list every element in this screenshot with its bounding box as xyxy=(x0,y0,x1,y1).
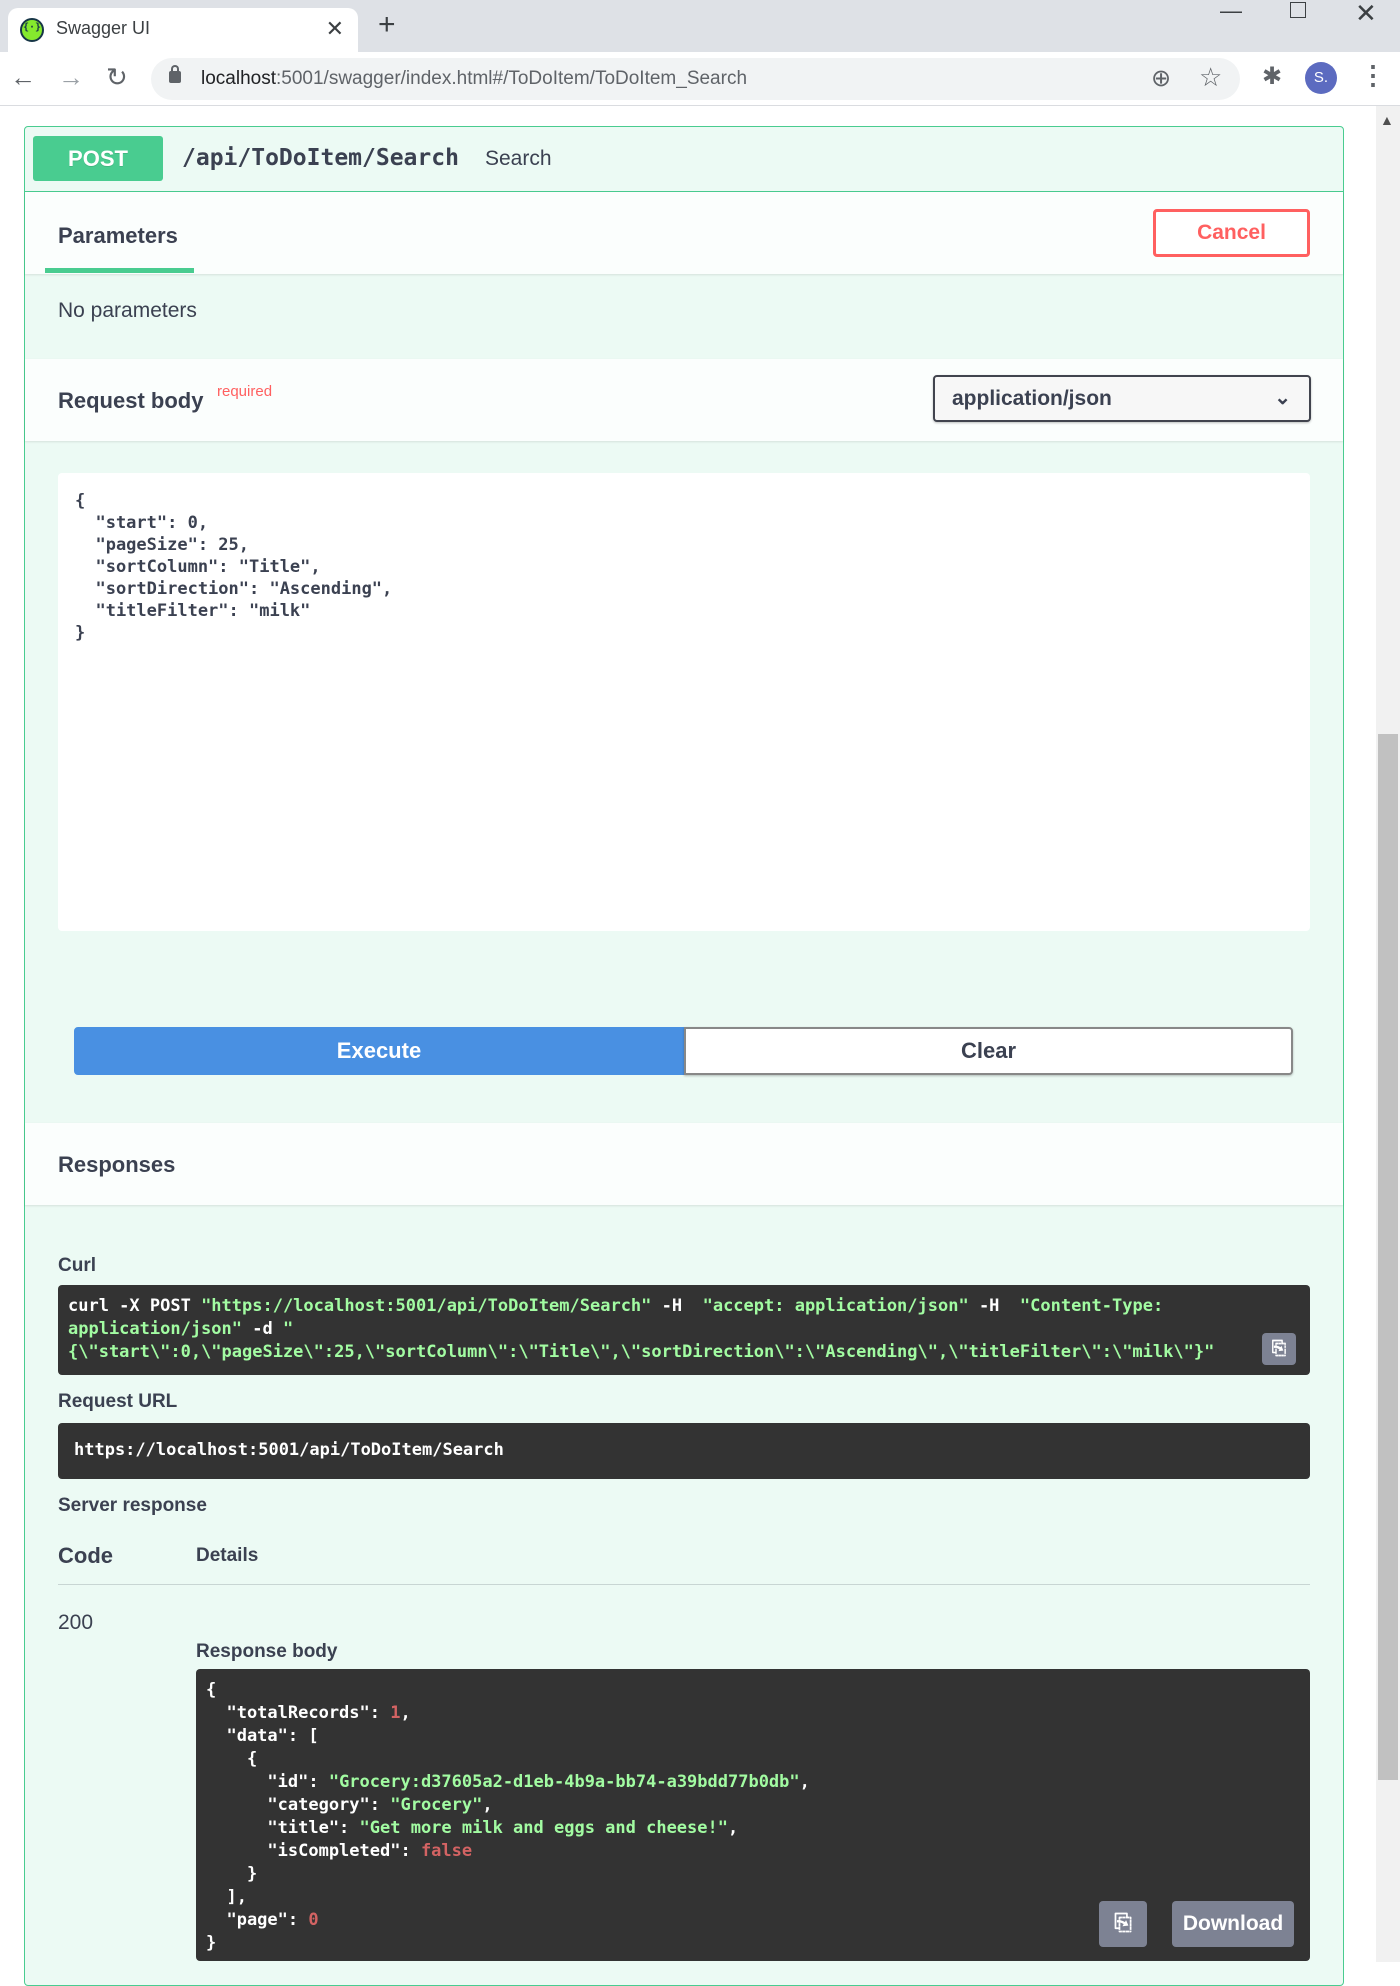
browser-menu-icon[interactable]: ⋮ xyxy=(1360,60,1386,91)
operation-block: POST /api/ToDoItem/Search Search Paramet… xyxy=(24,126,1344,1986)
responses-header: Responses xyxy=(25,1123,1343,1205)
status-code: 200 xyxy=(58,1611,94,1634)
operation-summary[interactable]: POST /api/ToDoItem/Search Search xyxy=(25,127,1343,192)
response-body-label: Response body xyxy=(196,1641,338,1662)
browser-toolbar: ← → ↻ localhost:5001/swagger/index.html#… xyxy=(0,52,1400,106)
request-url-label: Request URL xyxy=(58,1391,178,1412)
address-bar[interactable]: localhost:5001/swagger/index.html#/ToDoI… xyxy=(151,58,1240,100)
url-path: :5001/swagger/index.html#/ToDoItem/ToDoI… xyxy=(276,68,748,89)
request-url-box: https://localhost:5001/api/ToDoItem/Sear… xyxy=(58,1423,1310,1479)
copy-clipboard-icon[interactable]: ⎘ xyxy=(1262,1333,1296,1365)
curl-label: Curl xyxy=(58,1255,96,1276)
operation-description: Search xyxy=(485,147,552,170)
content-type-value: application/json xyxy=(952,387,1112,410)
browser-tab-strip: Swagger UI ✕ + — ✕ xyxy=(0,0,1400,52)
reload-icon[interactable]: ↻ xyxy=(106,62,128,93)
response-body-json: { "totalRecords": 1, "data": [ { "id": "… xyxy=(206,1680,810,1953)
url-host: localhost xyxy=(201,68,276,89)
curl-line-3: {\"start\":0,\"pageSize\":25,\"sortColum… xyxy=(68,1342,1215,1362)
request-body-editor[interactable]: { "start": 0, "pageSize": 25, "sortColum… xyxy=(58,473,1310,931)
request-body-title: Request body xyxy=(58,388,204,413)
scrollbar-thumb[interactable] xyxy=(1378,734,1398,1780)
response-table-header: Code Details xyxy=(58,1539,1310,1585)
browser-tab[interactable]: Swagger UI ✕ xyxy=(8,8,358,52)
curl-line-2: application/json" xyxy=(68,1319,242,1339)
execute-button[interactable]: Execute xyxy=(74,1027,684,1075)
lock-icon[interactable] xyxy=(169,65,181,83)
curl-command-box[interactable]: curl -X POST "https://localhost:5001/api… xyxy=(58,1285,1310,1375)
operation-path: /api/ToDoItem/Search xyxy=(182,145,459,171)
back-icon[interactable]: ← xyxy=(10,62,36,93)
profile-avatar[interactable]: S. xyxy=(1305,62,1337,94)
clear-button[interactable]: Clear xyxy=(684,1027,1293,1075)
tab-close-icon[interactable]: ✕ xyxy=(326,16,344,42)
url-text[interactable]: localhost:5001/swagger/index.html#/ToDoI… xyxy=(201,68,747,90)
zoom-icon[interactable]: ⊕ xyxy=(1151,64,1171,93)
required-label: required xyxy=(217,383,273,400)
minimize-icon[interactable]: — xyxy=(1220,0,1242,24)
download-button[interactable]: Download xyxy=(1172,1901,1294,1947)
swagger-favicon-icon xyxy=(20,18,44,42)
new-tab-icon[interactable]: + xyxy=(378,8,396,42)
forward-icon[interactable]: → xyxy=(58,62,84,93)
curl-line-1: curl -X POST "https://localhost:5001/api… xyxy=(68,1296,1164,1316)
responses-title: Responses xyxy=(58,1152,176,1177)
tab-title: Swagger UI xyxy=(56,18,151,38)
parameters-tab-indicator xyxy=(45,268,194,273)
server-response-label: Server response xyxy=(58,1495,207,1516)
no-parameters-text: No parameters xyxy=(58,299,197,322)
copy-clipboard-icon[interactable]: ⎘ xyxy=(1099,1901,1147,1947)
extensions-puzzle-icon[interactable]: ✱ xyxy=(1262,62,1282,91)
bookmark-star-icon[interactable]: ☆ xyxy=(1199,62,1222,93)
scroll-up-arrow-icon[interactable]: ▲ xyxy=(1380,112,1394,128)
details-column-header: Details xyxy=(196,1545,259,1566)
window-close-icon[interactable]: ✕ xyxy=(1355,0,1377,29)
parameters-header: Parameters Cancel xyxy=(25,192,1343,274)
parameters-tab[interactable]: Parameters xyxy=(58,223,178,249)
chevron-down-icon: ⌄ xyxy=(1274,387,1291,409)
maximize-icon[interactable] xyxy=(1290,2,1306,18)
content-type-select[interactable]: application/json ⌄ xyxy=(933,375,1311,422)
cancel-button[interactable]: Cancel xyxy=(1153,209,1310,257)
code-column-header: Code xyxy=(58,1543,113,1568)
request-body-header: Request body required application/json ⌄ xyxy=(25,359,1343,441)
response-body-box[interactable]: { "totalRecords": 1, "data": [ { "id": "… xyxy=(196,1669,1310,1961)
method-badge: POST xyxy=(33,136,163,181)
